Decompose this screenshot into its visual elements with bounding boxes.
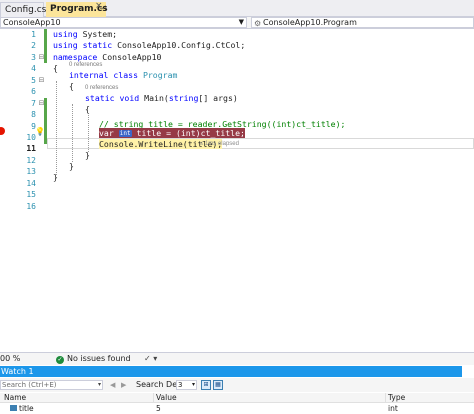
chevron-down-icon: ▾ (191, 381, 195, 388)
code-token: ConsoleApp10 (102, 51, 162, 62)
keyword: using static (53, 40, 118, 51)
project-dropdown[interactable]: ConsoleApp10 ▼ (0, 17, 247, 28)
code-token: ConsoleApp10.Config.CtCol; (117, 40, 246, 51)
code-editor[interactable]: 1 2 3 4 5 6 7 8 9 10 11 12 13 14 15 16 💡… (0, 29, 474, 352)
line-numbers: 1 2 3 4 5 6 7 8 9 10 11 12 13 14 15 16 (14, 29, 36, 212)
editor-status-bar: 00 % ✓ No issues found ✓ ▾ (0, 352, 474, 365)
code-line: } (85, 150, 90, 160)
view-columns-icon[interactable]: ▦ (213, 380, 223, 390)
zoom-level[interactable]: 00 % (0, 353, 20, 365)
perf-tip[interactable]: ≤ 1ms elapsed (200, 139, 239, 150)
code-line: using static ConsoleApp10.Config.CtCol; (53, 40, 245, 51)
code-token: System; (82, 29, 118, 39)
indent-guide (56, 81, 57, 175)
scope-dropdown[interactable]: ⚙ ConsoleApp10.Program (251, 17, 474, 28)
search-depth-select[interactable]: 3 ▾ (176, 380, 197, 390)
collapse-icon[interactable]: ⊟ (38, 77, 45, 84)
code-line: } (69, 161, 74, 171)
code-line: { (53, 63, 58, 74)
pin-watch-icon[interactable]: ⊞ (201, 380, 211, 390)
variable-icon (10, 405, 17, 411)
class-icon: ⚙ (254, 19, 262, 28)
code-token: Main( (144, 92, 169, 103)
breakpoint-margin[interactable] (0, 29, 10, 352)
watch-toolbar: Search (Ctrl+E) ▾ ◀ ▶ Search Depth: 3 ▾ … (0, 378, 474, 392)
watch-row-type: int (388, 404, 398, 413)
code-line: internal class Program (69, 70, 177, 81)
tab-label: Config.cs (5, 5, 47, 15)
line-number: 1 (31, 30, 36, 39)
inline-type-hint: int (118, 130, 132, 137)
line-number: 4 (31, 64, 36, 74)
navigation-bar: ConsoleApp10 ▼ ⚙ ConsoleApp10.Program (0, 17, 474, 29)
watch-row-name: title (10, 403, 34, 414)
code-line: { (69, 81, 74, 92)
column-header-name[interactable]: Name (4, 393, 26, 403)
code-token: [] args) (198, 92, 238, 103)
search-placeholder: Search (Ctrl+E) (2, 381, 57, 389)
codelens-references[interactable]: 0 references (69, 62, 102, 68)
code-line: using System; (53, 29, 117, 40)
collapse-icon[interactable]: ⊟ (38, 54, 45, 61)
tab-config-cs[interactable]: Config.cs (0, 2, 47, 17)
code-cleanup-icon[interactable]: ✓ ▾ (144, 353, 157, 365)
code-line: } (53, 172, 58, 182)
line-number-current: 11 (26, 144, 36, 154)
code-token: title = (int)ct_title; (136, 128, 245, 138)
line-number: 5 (31, 75, 36, 85)
type-name: Program (142, 69, 178, 80)
keyword: string (168, 92, 199, 103)
watch-column-headers: Name Value Type (0, 393, 474, 403)
code-line: { (85, 104, 90, 115)
line-number: 2 (31, 41, 36, 51)
line-number: 13 (26, 167, 36, 177)
keyword: internal class (69, 69, 143, 80)
keyword: using (53, 29, 83, 39)
line-number: 15 (26, 190, 36, 200)
line-number: 8 (31, 110, 36, 120)
chevron-down-icon: ▼ (238, 18, 244, 26)
line-number: 12 (26, 155, 36, 165)
search-next-icon[interactable]: ▶ (121, 378, 126, 392)
breakpoint-line: var int title = (int)ct_title; (99, 128, 245, 139)
watch-title: Watch 1 (1, 367, 34, 376)
check-icon: ✓ (56, 356, 64, 364)
breakpoint-icon[interactable] (0, 127, 5, 135)
column-header-type[interactable]: Type (388, 393, 405, 403)
indent-guide (72, 104, 73, 162)
search-previous-icon[interactable]: ◀ (110, 378, 115, 392)
keyword: namespace (53, 51, 103, 62)
codelens-references[interactable]: 0 references (85, 85, 118, 91)
code-line: static void Main(string[] args) (85, 93, 238, 104)
keyword: static void (85, 92, 145, 103)
scope-dropdown-value: ConsoleApp10.Program (263, 18, 357, 27)
watch-name-text: title (19, 404, 34, 413)
line-number: 9 (31, 121, 36, 131)
keyword: var (99, 128, 114, 138)
watch-window-title: Watch 1 (0, 366, 474, 377)
search-depth-value: 3 (178, 381, 183, 389)
search-icon[interactable]: ▾ (98, 381, 101, 389)
watch-row-value[interactable]: 5 (156, 403, 161, 414)
collapse-icon[interactable]: ⊟ (38, 100, 45, 107)
issues-label: No issues found (67, 354, 131, 363)
issues-indicator[interactable]: ✓ No issues found (56, 353, 131, 365)
visual-studio-window: Config.cs Program.cs ⊣ × ConsoleApp10 ▼ … (0, 0, 474, 414)
column-header-value[interactable]: Value (156, 393, 177, 403)
project-dropdown-value: ConsoleApp10 (3, 18, 61, 27)
watch-search-input[interactable]: Search (Ctrl+E) ▾ (0, 380, 103, 390)
line-number: 7 (31, 98, 36, 108)
line-number: 14 (26, 178, 36, 188)
line-number: 16 (26, 201, 36, 211)
window-controls[interactable] (462, 366, 474, 377)
line-number: 3 (31, 52, 36, 62)
line-number: 6 (31, 87, 36, 97)
watch-row[interactable]: title 5 int (0, 403, 474, 414)
close-icon[interactable]: × (95, 1, 103, 11)
indent-guide (88, 115, 89, 152)
document-tab-strip: Config.cs Program.cs ⊣ × (0, 0, 474, 17)
line-number: 10 (26, 132, 36, 142)
